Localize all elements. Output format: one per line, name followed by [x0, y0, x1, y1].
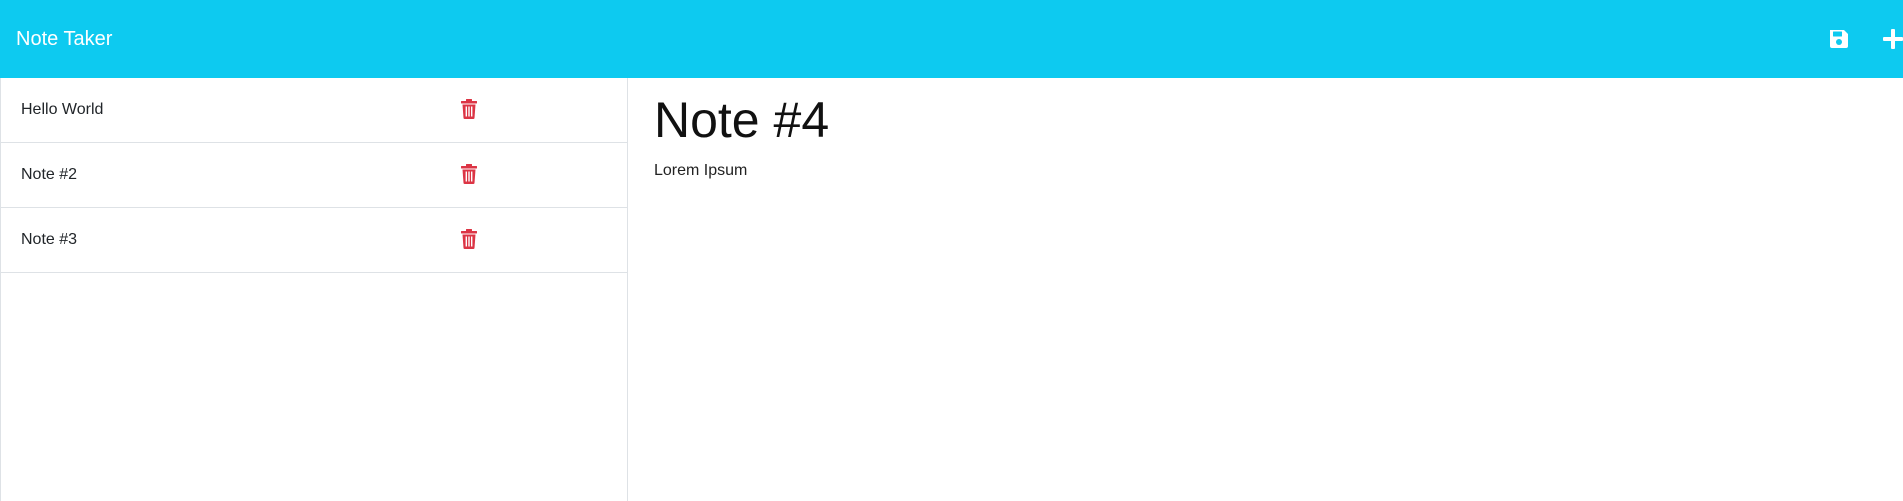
trash-icon — [461, 164, 477, 184]
delete-note-button[interactable] — [459, 163, 479, 185]
list-item[interactable]: Note #3 — [1, 208, 627, 273]
note-title: Hello World — [21, 101, 104, 118]
trash-icon — [461, 99, 477, 119]
note-title: Note #2 — [21, 166, 78, 183]
app-brand[interactable]: Note Taker — [16, 27, 112, 51]
delete-note-button[interactable] — [459, 98, 479, 120]
note-title: Note #3 — [21, 231, 78, 248]
trash-icon — [461, 229, 477, 249]
delete-note-button[interactable] — [459, 228, 479, 250]
new-note-button[interactable] — [1879, 25, 1903, 53]
note-editor: Note #4 Lorem Ipsum — [654, 78, 1884, 501]
save-note-button[interactable] — [1825, 25, 1853, 53]
note-text-area[interactable]: Lorem Ipsum — [654, 160, 1884, 182]
note-title-field[interactable]: Note #4 — [654, 90, 1884, 150]
floppy-disk-icon — [1830, 30, 1848, 48]
list-item[interactable]: Hello World — [1, 78, 627, 143]
navbar: Note Taker — [0, 0, 1903, 78]
plus-icon — [1883, 29, 1903, 49]
note-list-panel: Hello World Note #2 Note #3 — [0, 78, 628, 501]
note-list: Hello World Note #2 Note #3 — [1, 78, 627, 273]
list-item[interactable]: Note #2 — [1, 143, 627, 208]
